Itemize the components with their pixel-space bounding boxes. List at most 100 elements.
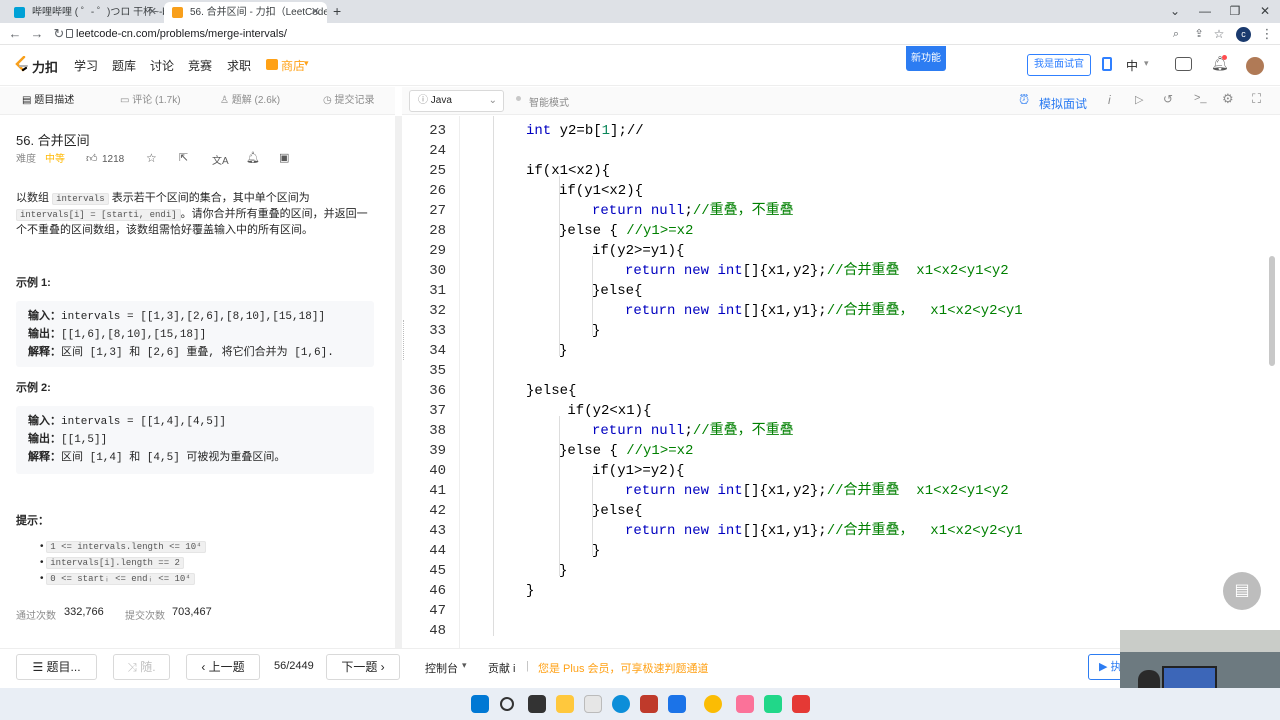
notes-icon[interactable]: ▤ — [1223, 572, 1261, 610]
code-line: 46} — [406, 581, 1270, 601]
code-text: if(y1>=y2){ — [592, 461, 684, 481]
ide-icon[interactable] — [764, 695, 782, 713]
browser-tab-bilibili[interactable]: 哔哩哔哩 ( ゜- ゜)つロ 干杯~-bili ✕ — [6, 2, 164, 23]
code-line: 45} — [406, 561, 1270, 581]
contribute-button[interactable]: 贡献 i — [488, 660, 516, 676]
minimize-icon[interactable]: — — [1190, 0, 1220, 23]
code-comment: //重叠，不重叠 — [692, 203, 794, 219]
play-icon[interactable]: ▷ — [1135, 93, 1143, 106]
mock-interview-button[interactable]: 模拟面试 — [1039, 95, 1087, 112]
terminal-prompt-icon[interactable]: >_ — [1194, 92, 1207, 104]
code-editor[interactable]: 23 int y2=b[1];// 24 25 if(x1<x2){26 if(y1<x2… — [406, 116, 1280, 648]
console-button[interactable]: 控制台 — [425, 660, 458, 676]
problem-list-button[interactable]: ☰ 题目... — [16, 654, 97, 680]
line-number: 25 — [429, 163, 446, 179]
line-number: 41 — [429, 483, 446, 499]
tab-comments[interactable]: ▭ 评论 (1.7k) — [120, 94, 181, 108]
code-statement: }else { — [559, 223, 627, 239]
search-icon[interactable] — [500, 697, 514, 711]
code-text: } — [592, 541, 600, 561]
clock-icon: ◷ — [323, 95, 335, 106]
code-line: 24 — [406, 141, 1270, 161]
app-icon[interactable] — [640, 695, 658, 713]
code-text: }else{ — [592, 281, 642, 301]
edge-icon[interactable] — [612, 695, 630, 713]
favorite-star-icon[interactable]: ☆ — [146, 151, 157, 165]
tab-description[interactable]: ▤ 题目描述 — [22, 94, 74, 108]
plus-promo[interactable]: 您是 Plus 会员，可享极速判题通道 — [538, 660, 709, 676]
close-tab-icon[interactable]: ✕ — [311, 2, 320, 23]
app-icon[interactable] — [792, 695, 810, 713]
maximize-icon[interactable]: ❐ — [1220, 0, 1250, 23]
language-switch[interactable]: 中 — [1126, 57, 1138, 74]
code-statement: if(y2<x1){ — [559, 403, 652, 419]
code-statement: } — [592, 323, 601, 339]
line-number: 40 — [429, 463, 446, 479]
nav-learn[interactable]: 学习 — [74, 58, 98, 74]
code-comment: //y1>=x2 — [626, 223, 694, 239]
language-select[interactable]: ⓘ Java ⌄ — [409, 90, 504, 112]
share-icon[interactable]: ⇱ — [179, 151, 188, 164]
browser-menu-icon[interactable]: ⋮ — [1258, 23, 1276, 45]
nav-problems[interactable]: 题库 — [112, 58, 136, 74]
close-tab-icon[interactable]: ✕ — [148, 2, 157, 23]
tab-search-icon[interactable]: ⌄ — [1160, 0, 1190, 23]
info-italic-icon[interactable]: i — [1108, 93, 1111, 107]
code-text: } — [559, 341, 567, 361]
forward-arrow-icon[interactable]: → — [28, 23, 46, 45]
nav-contest[interactable]: 竞赛 — [188, 58, 212, 74]
nav-discuss[interactable]: 讨论 — [150, 58, 174, 74]
window-close-icon[interactable]: ✕ — [1250, 0, 1280, 23]
new-tab-button[interactable]: + — [333, 3, 341, 19]
task-view-icon[interactable] — [528, 695, 546, 713]
code-line: 42}else{ — [406, 501, 1270, 521]
code-text: return new int[]{x1,y2};//合并重叠 x1<x2<y1<… — [625, 261, 1009, 281]
fullscreen-icon[interactable]: ⛶ — [1252, 91, 1261, 107]
mobile-icon[interactable] — [1102, 57, 1112, 71]
panel-resize-handle[interactable] — [395, 116, 402, 648]
share-icon[interactable]: ⇪ — [1190, 23, 1208, 45]
zoom-icon[interactable]: ⌕ — [1167, 23, 1185, 45]
next-problem-button[interactable]: 下一题 › — [326, 654, 400, 680]
leetcode-logo-icon[interactable] — [15, 55, 29, 73]
browser-tab-leetcode[interactable]: 56. 合并区间 - 力扣（LeetCode ✕ — [164, 2, 327, 23]
reset-icon[interactable]: ↺ — [1163, 92, 1173, 106]
windows-start-icon[interactable] — [471, 695, 489, 713]
submitted-label: 提交次数 — [125, 611, 165, 622]
url-field[interactable]: leetcode-cn.com/problems/merge-intervals… — [76, 26, 287, 42]
code-statement: }else{ — [592, 283, 643, 299]
app-icon[interactable] — [668, 695, 686, 713]
user-avatar[interactable] — [1246, 57, 1264, 75]
nav-store[interactable]: 商店 — [281, 58, 305, 74]
bilibili-icon — [14, 7, 25, 18]
chrome-icon[interactable] — [704, 695, 722, 713]
translate-icon[interactable]: 文A — [212, 152, 229, 167]
back-arrow-icon[interactable]: ← — [6, 23, 24, 45]
prev-problem-button[interactable]: ‹ 上一题 — [186, 654, 260, 680]
bilibili-icon[interactable] — [736, 695, 754, 713]
interviewer-button[interactable]: 我是面试官 — [1027, 54, 1091, 76]
file-explorer-icon[interactable] — [556, 695, 574, 713]
nav-jobs[interactable]: 求职 — [227, 58, 251, 74]
store-icon[interactable] — [584, 695, 602, 713]
random-button[interactable]: ⤨ 随. — [113, 654, 170, 680]
thumbs-up-icon[interactable]: 👍︎ — [86, 152, 98, 165]
smart-mode-toggle[interactable] — [516, 96, 521, 101]
bookmark-star-icon[interactable]: ☆ — [1210, 23, 1228, 45]
example2-title: 示例 2: — [16, 382, 51, 394]
code-line: 27 return null;//重叠，不重叠 — [406, 201, 1270, 221]
drag-grip-icon[interactable] — [403, 320, 405, 360]
new-feature-badge[interactable]: 新功能 — [906, 46, 946, 71]
editor-scrollbar[interactable] — [1269, 256, 1275, 366]
logo-text[interactable]: 力扣 — [32, 57, 58, 76]
difficulty-badge: 中等 — [45, 154, 65, 165]
profile-avatar-icon[interactable]: c — [1236, 27, 1251, 42]
terminal-icon[interactable] — [1175, 57, 1192, 71]
bell-icon[interactable]: 🔔︎ — [246, 151, 260, 164]
inline-code: intervals[i] = [starti, endi] — [16, 209, 181, 221]
tab-solutions[interactable]: ♙ 题解 (2.6k) — [220, 94, 280, 108]
code-statement: return null; — [592, 203, 693, 219]
feedback-icon[interactable]: ▣ — [279, 151, 289, 164]
settings-gear-icon[interactable]: ⚙ — [1222, 91, 1234, 107]
tab-submissions[interactable]: ◷ 提交记录 — [323, 94, 375, 108]
